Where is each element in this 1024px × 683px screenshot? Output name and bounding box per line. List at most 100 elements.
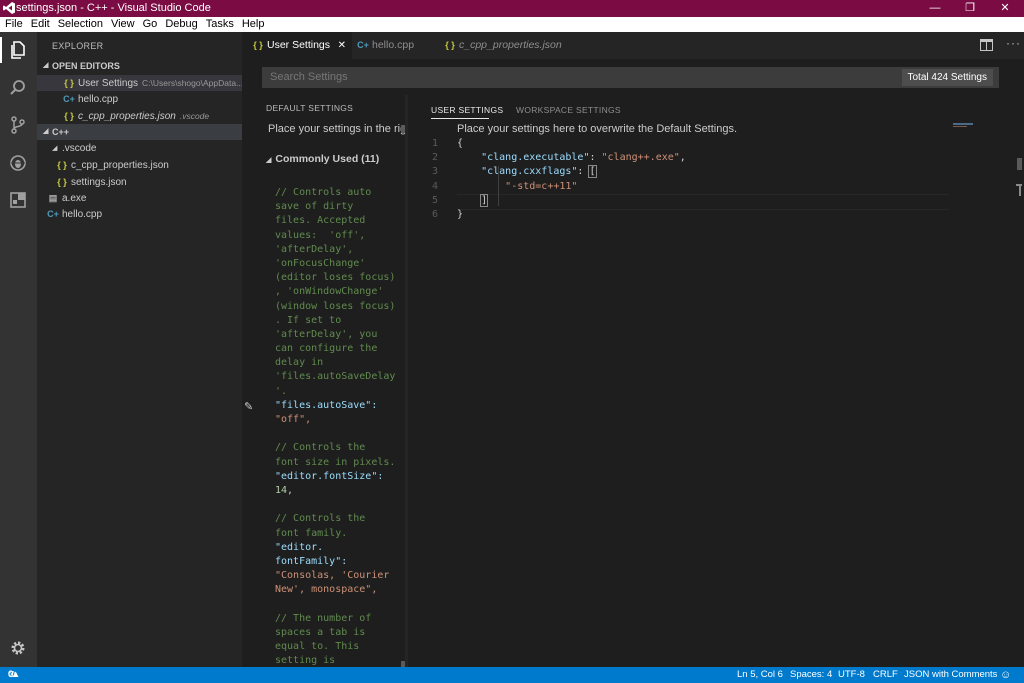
tree-item-label: c_cpp_properties.json bbox=[71, 160, 169, 171]
tree-item-c-cpp-properties[interactable]: { } c_cpp_properties.json bbox=[37, 157, 242, 173]
search-icon[interactable] bbox=[8, 78, 28, 98]
collapse-arrow-icon: ◢ bbox=[43, 128, 49, 135]
default-settings-line: 'afterDelay', bbox=[275, 243, 354, 255]
vscode-logo-icon bbox=[3, 2, 15, 14]
tab-label: c_cpp_properties.json bbox=[459, 39, 562, 51]
search-input[interactable]: Search Settings bbox=[270, 71, 348, 83]
minimize-button[interactable]: — bbox=[918, 0, 952, 17]
collapse-arrow-icon: ◢ bbox=[43, 62, 49, 69]
open-editor-c-cpp-properties[interactable]: { } c_cpp_properties.json .vscode bbox=[37, 108, 242, 124]
json-file-icon: { } bbox=[64, 78, 74, 88]
settings-search[interactable]: Search Settings Total 424 Settings bbox=[262, 67, 999, 88]
default-settings-line: "editor. bbox=[275, 541, 324, 553]
end-of-line[interactable]: CRLF bbox=[873, 667, 898, 683]
default-settings-line: "editor.fontSize": bbox=[275, 470, 384, 482]
extensions-icon[interactable] bbox=[8, 190, 28, 210]
exe-file-icon: ▤ bbox=[48, 193, 58, 203]
menu-debug[interactable]: Debug bbox=[165, 17, 197, 32]
default-settings-line: (window loses focus) bbox=[275, 300, 396, 312]
tab-label: User Settings bbox=[267, 39, 331, 51]
explorer-header: EXPLORER bbox=[52, 41, 104, 51]
tab-workspace-settings[interactable]: WORKSPACE SETTINGS bbox=[516, 105, 621, 115]
default-settings-line bbox=[275, 427, 395, 441]
menu-selection[interactable]: Selection bbox=[58, 17, 103, 32]
source-control-icon[interactable] bbox=[8, 115, 28, 135]
default-settings-line: // Controls auto bbox=[275, 187, 372, 198]
close-window-button[interactable]: ✕ bbox=[988, 0, 1022, 17]
tab-label: hello.cpp bbox=[372, 39, 415, 51]
default-settings-line: save of dirty bbox=[275, 201, 354, 213]
default-settings-line: "files.autoSave": bbox=[275, 399, 378, 411]
edit-pencil-icon[interactable]: ✎ bbox=[244, 400, 253, 413]
files-icon[interactable] bbox=[8, 40, 28, 60]
open-editor-desc: .vscode bbox=[179, 111, 210, 121]
warning-count: 0 bbox=[8, 669, 14, 680]
tab-user-settings-pane[interactable]: USER SETTINGS bbox=[431, 105, 503, 115]
default-settings-line: can configure the bbox=[275, 343, 378, 355]
open-editor-hello-cpp[interactable]: C+ hello.cpp bbox=[37, 91, 242, 107]
tab-c-cpp-properties[interactable]: { } c_cpp_properties.json bbox=[437, 32, 567, 59]
minimap[interactable] bbox=[953, 123, 977, 127]
gear-icon[interactable] bbox=[8, 638, 28, 658]
default-settings-line: '. bbox=[275, 385, 288, 397]
user-settings-intro: Place your settings here to overwrite th… bbox=[457, 123, 738, 135]
default-settings-line: (editor loses focus) bbox=[275, 272, 396, 284]
open-editors-section[interactable]: ◢ OPEN EDITORS bbox=[37, 58, 242, 74]
encoding[interactable]: UTF-8 bbox=[838, 667, 865, 683]
close-tab-icon[interactable]: ✕ bbox=[338, 32, 346, 59]
title-bar: settings.json - C++ - Visual Studio Code… bbox=[0, 0, 1024, 17]
editor-tabs: { } User Settings ✕ C+ hello.cpp { } c_cpp_… bbox=[242, 32, 1024, 59]
commonly-used-group[interactable]: ◢ Commonly Used (11) bbox=[266, 153, 379, 165]
default-settings-line: values: 'off', bbox=[275, 229, 366, 241]
tree-item-settings-json[interactable]: { } settings.json bbox=[37, 174, 242, 190]
menu-help[interactable]: Help bbox=[242, 17, 265, 32]
tab-user-settings[interactable]: { } User Settings ✕ bbox=[242, 32, 352, 59]
json-file-icon: { } bbox=[57, 160, 67, 170]
json-file-icon: { } bbox=[253, 40, 263, 50]
split-editor-icon[interactable] bbox=[980, 39, 993, 51]
cpp-file-icon: C+ bbox=[47, 209, 59, 219]
open-editor-user-settings[interactable]: { } User Settings C:\Users\shogo\AppData..… bbox=[37, 75, 242, 91]
default-settings-code: // Controls auto save of dirty files. Acce… bbox=[275, 186, 395, 667]
open-editors-label: OPEN EDITORS bbox=[52, 61, 120, 71]
default-settings-line bbox=[275, 498, 395, 512]
cpp-file-icon: C+ bbox=[357, 40, 369, 50]
default-settings-line: // Controls the bbox=[275, 513, 366, 525]
default-settings-line: , 'onWindowChange' bbox=[275, 286, 384, 298]
scroll-marker bbox=[1019, 184, 1021, 196]
tree-item-label: hello.cpp bbox=[62, 209, 103, 220]
smiley-icon[interactable]: ☺ bbox=[1000, 667, 1011, 683]
folder-section[interactable]: ◢ C++ bbox=[37, 124, 242, 140]
collapse-arrow-icon: ◢ bbox=[266, 157, 272, 164]
tab-hello-cpp[interactable]: C+ hello.cpp bbox=[352, 32, 437, 59]
tree-item-hello-cpp[interactable]: C+ hello.cpp bbox=[37, 206, 242, 222]
menu-edit[interactable]: Edit bbox=[31, 17, 50, 32]
default-settings-line: font size in pixels. bbox=[275, 456, 396, 468]
menu-go[interactable]: Go bbox=[143, 17, 158, 32]
activity-bar bbox=[0, 32, 37, 667]
default-settings-line: spaces a tab is bbox=[275, 626, 366, 638]
open-editor-desc: C:\Users\shogo\AppData... bbox=[142, 78, 242, 88]
json-file-icon: { } bbox=[64, 111, 74, 121]
scrollbar-thumb[interactable] bbox=[1017, 158, 1022, 170]
line-numbers: 1 2 3 4 5 6 bbox=[432, 138, 439, 221]
tree-item-vscode-folder[interactable]: ◢ .vscode bbox=[37, 141, 242, 157]
cursor-position[interactable]: Ln 5, Col 6 bbox=[737, 667, 783, 683]
tree-item-a-exe[interactable]: ▤ a.exe bbox=[37, 190, 242, 206]
active-tab-underline bbox=[431, 118, 489, 119]
indentation[interactable]: Spaces: 4 bbox=[790, 667, 832, 683]
debug-icon[interactable] bbox=[8, 153, 28, 173]
more-actions-icon[interactable]: ··· bbox=[1006, 36, 1021, 50]
folder-arrow-icon: ◢ bbox=[52, 145, 58, 152]
tree-item-label: settings.json bbox=[71, 177, 127, 188]
json-file-icon: { } bbox=[445, 40, 455, 50]
default-settings-line: 'onFocusChange' bbox=[275, 257, 366, 269]
menu-file[interactable]: File bbox=[5, 17, 23, 32]
language-mode[interactable]: JSON with Comments bbox=[904, 667, 997, 683]
default-settings-line: 'files.autoSaveDelay bbox=[275, 371, 396, 383]
default-settings-line: // The number of bbox=[275, 612, 372, 624]
restore-button[interactable]: ❐ bbox=[953, 0, 987, 17]
menu-tasks[interactable]: Tasks bbox=[206, 17, 234, 32]
menu-view[interactable]: View bbox=[111, 17, 135, 32]
user-settings-code[interactable]: { "clang.executable": "clang++.exe", "cl… bbox=[457, 137, 686, 222]
